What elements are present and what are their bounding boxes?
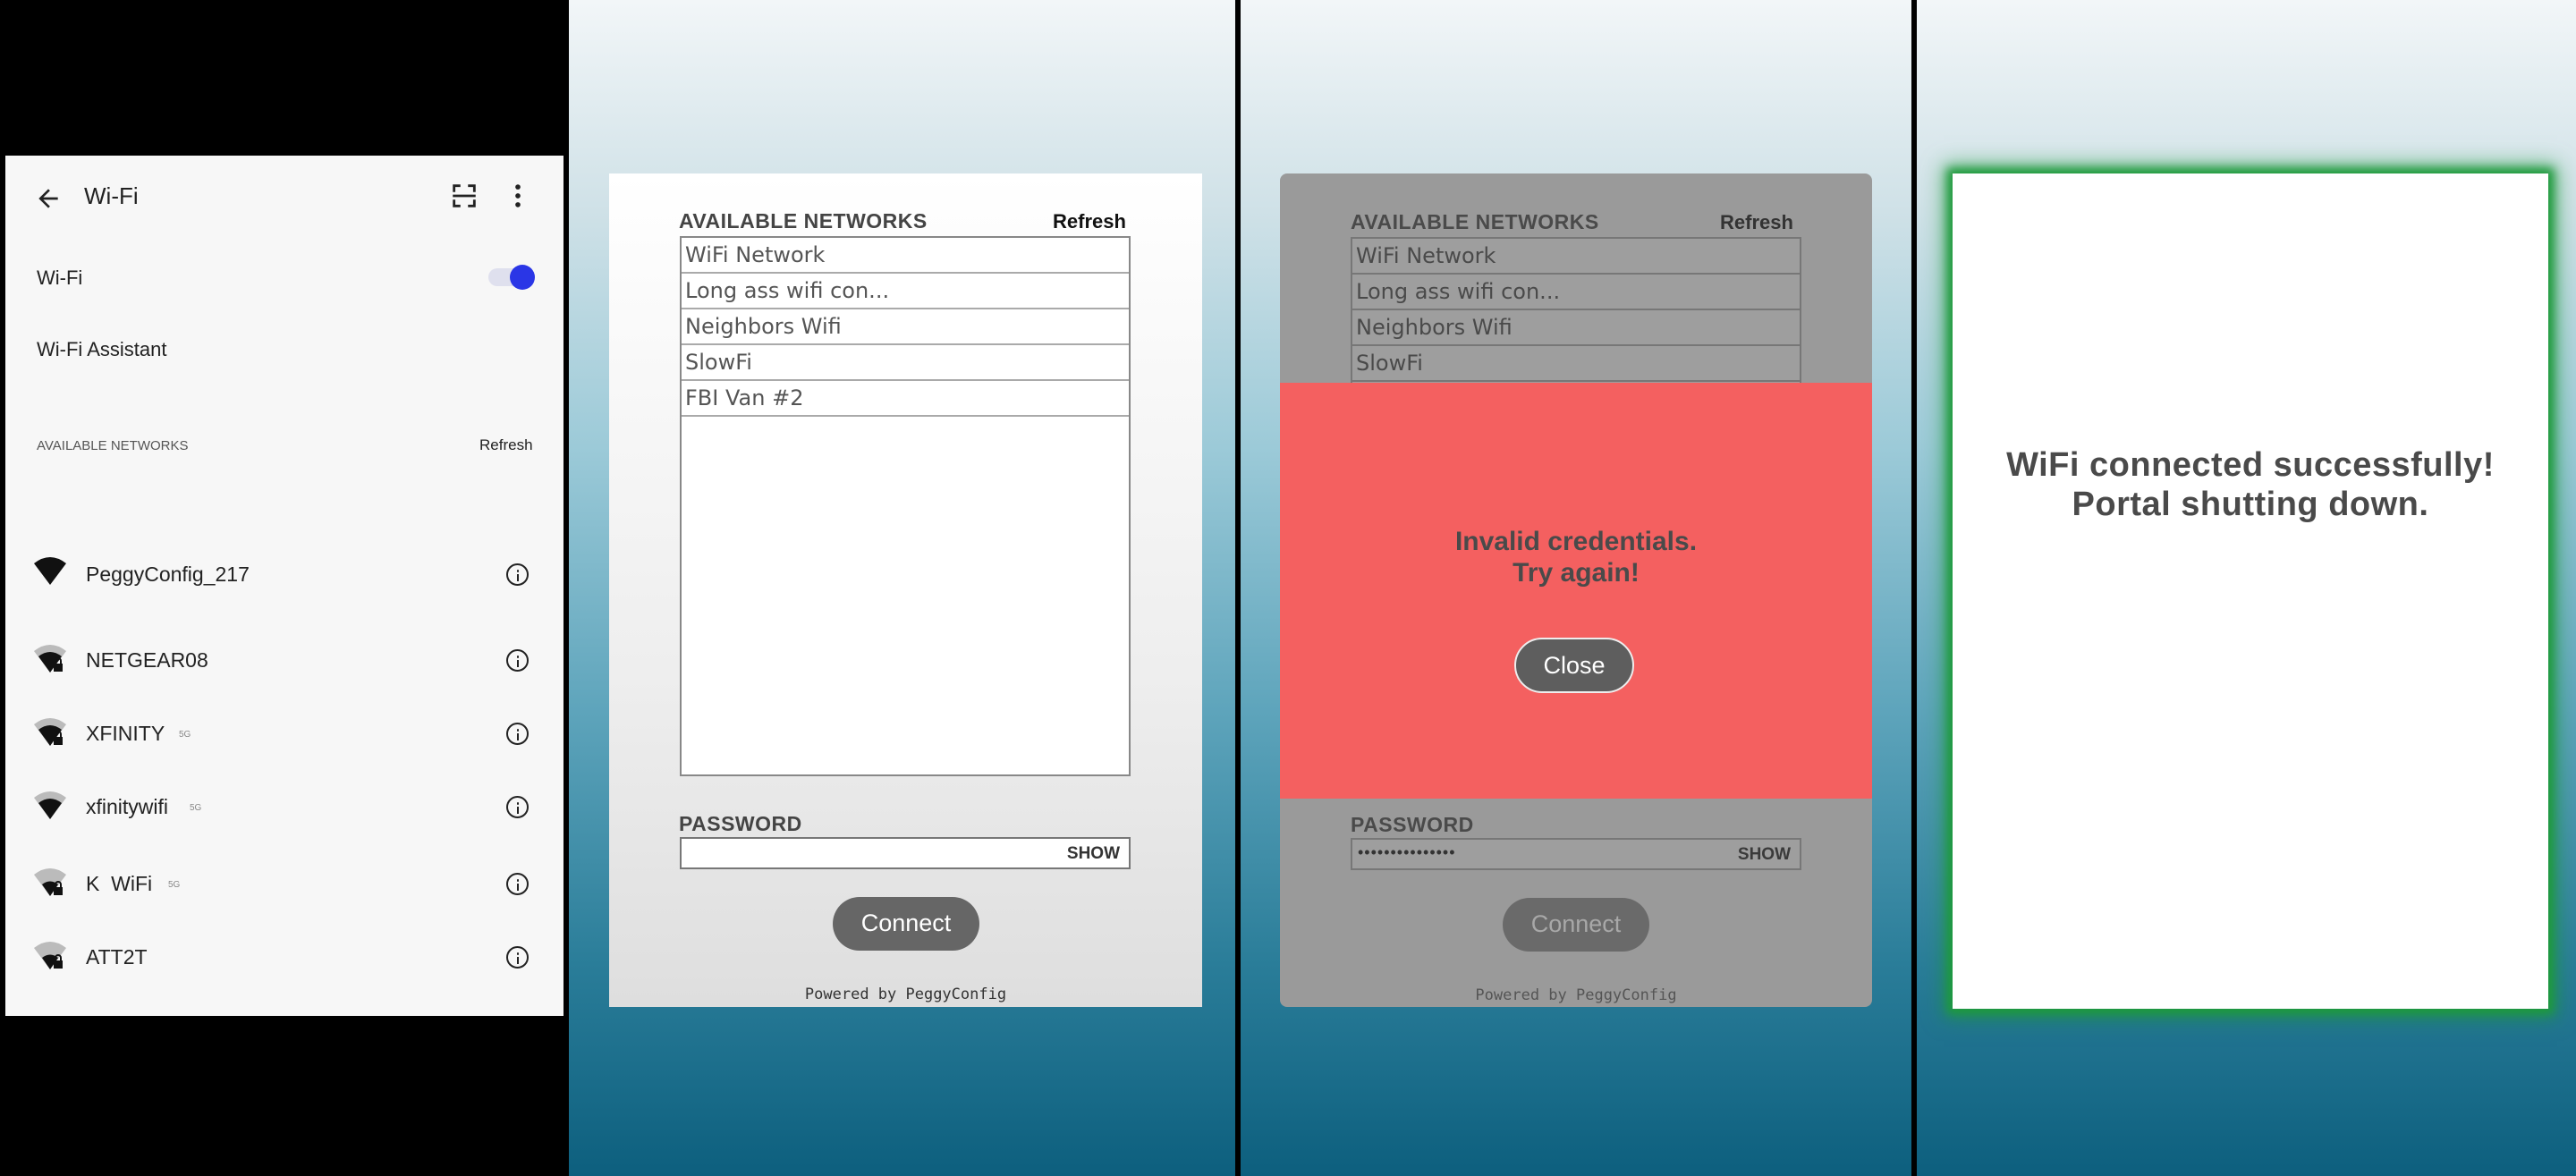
wifi-medium-icon — [34, 791, 66, 819]
network-list: WiFi Network Long ass wifi con... Neighb… — [680, 236, 1131, 776]
password-label: PASSWORD — [679, 812, 802, 835]
wifi-lock-icon — [34, 718, 66, 746]
network-list-item: WiFi Network — [1352, 239, 1800, 275]
network-list-item: Neighbors Wifi — [1352, 310, 1800, 346]
refresh-button[interactable]: Refresh — [1053, 210, 1126, 233]
network-info-icon[interactable] — [506, 649, 529, 672]
connect-button[interactable]: Connect — [833, 897, 979, 951]
more-options-icon[interactable] — [503, 181, 533, 211]
network-list-item[interactable]: WiFi Network — [682, 238, 1129, 274]
available-networks-header: AVAILABLE NETWORKS — [1351, 210, 1599, 233]
network-list: WiFi Network Long ass wifi con... Neighb… — [1351, 237, 1801, 389]
network-row[interactable]: NETGEAR08 — [5, 635, 564, 689]
network-info-icon[interactable] — [506, 946, 529, 969]
network-row[interactable]: ATT2T — [5, 932, 564, 986]
scan-qr-icon[interactable] — [449, 181, 479, 211]
network-list-item: SlowFi — [1352, 346, 1800, 382]
close-button[interactable]: Close — [1514, 638, 1634, 693]
network-list-item: Long ass wifi con... — [1352, 275, 1800, 310]
back-arrow-icon[interactable] — [34, 184, 63, 213]
password-value: ••••••••••••••• — [1358, 843, 1456, 861]
error-message: Invalid credentials. Try again! — [1280, 526, 1872, 588]
error-line-1: Invalid credentials. — [1454, 527, 1698, 556]
success-line-2: Portal shutting down. — [2072, 486, 2429, 523]
network-info-icon[interactable] — [506, 796, 529, 818]
toggle-thumb — [510, 265, 535, 290]
wifi-settings-screen: Wi-Fi Wi-Fi Wi-Fi Assistant AVAILABLE NE… — [5, 156, 564, 1016]
error-portal-panel: AVAILABLE NETWORKS Refresh WiFi Network … — [1241, 0, 1911, 1176]
network-name: K WiFi — [86, 872, 153, 895]
network-row[interactable]: K WiFi 5G — [5, 859, 564, 912]
band-badge: 5G — [168, 880, 181, 890]
network-info-icon[interactable] — [506, 723, 529, 745]
band-badge: 5G — [190, 803, 202, 813]
success-line-1: WiFi connected successfully! — [2006, 446, 2495, 484]
password-input: ••••••••••••••• SHOW — [1351, 838, 1801, 870]
portal-panel: AVAILABLE NETWORKS Refresh WiFi Network … — [569, 0, 1236, 1176]
network-name: XFINITY — [86, 722, 165, 745]
powered-by-footer: Powered by PeggyConfig — [804, 986, 1007, 1003]
network-row[interactable]: PeggyConfig_217 — [5, 549, 564, 603]
network-name: ATT2T — [86, 945, 148, 969]
error-line-2: Try again! — [1513, 558, 1640, 588]
success-card: WiFi connected successfully! Portal shut… — [1953, 173, 2548, 1009]
show-password-toggle[interactable]: SHOW — [1067, 844, 1120, 864]
show-password-toggle: SHOW — [1737, 845, 1791, 864]
wifi-lock-icon — [34, 942, 66, 969]
band-badge: 5G — [179, 730, 191, 740]
network-list-item[interactable]: Neighbors Wifi — [682, 309, 1129, 345]
network-name: PeggyConfig_217 — [86, 563, 250, 586]
network-list-item[interactable]: FBI Van #2 — [682, 381, 1129, 417]
password-input[interactable]: SHOW — [680, 837, 1131, 869]
wifi-lock-icon — [34, 645, 66, 673]
success-message: WiFi connected successfully! Portal shut… — [1953, 445, 2548, 524]
network-name: NETGEAR08 — [86, 648, 208, 672]
network-list-item[interactable]: SlowFi — [682, 345, 1129, 381]
wifi-toggle-switch[interactable] — [488, 265, 535, 290]
password-label: PASSWORD — [1351, 813, 1474, 836]
network-info-icon[interactable] — [506, 873, 529, 895]
refresh-button[interactable]: Refresh — [479, 436, 533, 454]
network-row[interactable]: XFINITY 5G — [5, 706, 564, 760]
portal-card: AVAILABLE NETWORKS Refresh WiFi Network … — [609, 173, 1202, 1007]
available-networks-header: AVAILABLE NETWORKS — [37, 438, 189, 453]
powered-by-footer: Powered by PeggyConfig — [1475, 986, 1677, 1004]
wifi-assistant-item[interactable]: Wi-Fi Assistant — [37, 338, 166, 361]
network-row[interactable]: xfinitywifi 5G — [5, 780, 564, 833]
wifi-lock-icon — [34, 868, 66, 896]
page-title: Wi-Fi — [84, 182, 139, 209]
network-list-item[interactable]: Long ass wifi con... — [682, 274, 1129, 309]
android-wifi-settings-panel: Wi-Fi Wi-Fi Wi-Fi Assistant AVAILABLE NE… — [0, 0, 569, 1176]
error-modal: Invalid credentials. Try again! Close — [1280, 383, 1872, 799]
refresh-button: Refresh — [1720, 211, 1793, 233]
network-name: xfinitywifi — [86, 795, 169, 818]
wifi-full-icon — [34, 557, 66, 585]
connect-button: Connect — [1503, 898, 1649, 952]
wifi-toggle-label: Wi-Fi — [37, 267, 83, 289]
success-panel: WiFi connected successfully! Portal shut… — [1917, 0, 2576, 1176]
available-networks-header: AVAILABLE NETWORKS — [679, 209, 928, 233]
network-info-icon[interactable] — [506, 563, 529, 586]
